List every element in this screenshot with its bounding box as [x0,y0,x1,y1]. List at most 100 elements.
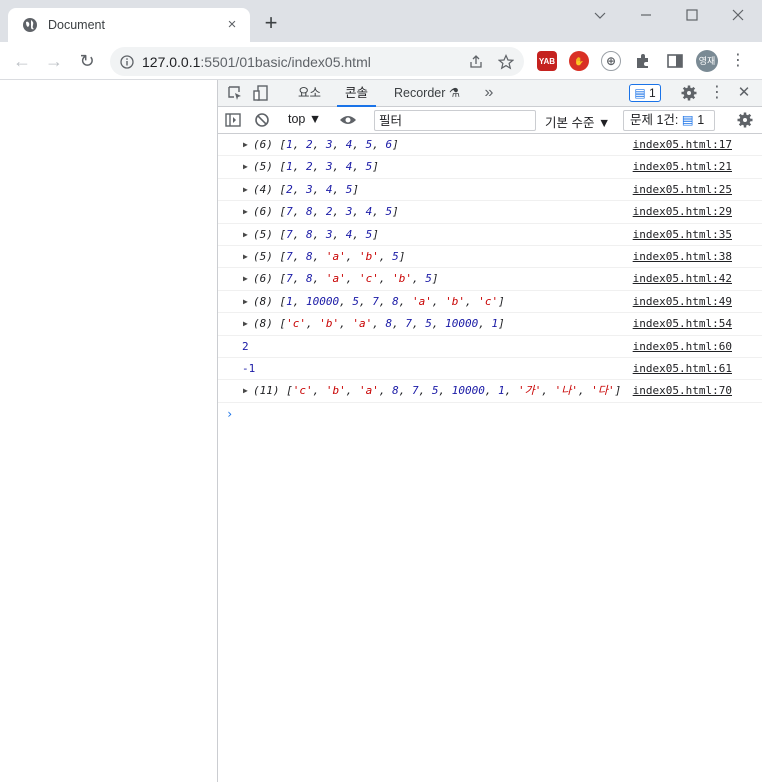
new-tab-button[interactable]: + [258,10,284,36]
expand-triangle-icon[interactable]: ▶ [243,179,248,201]
console-log-source-link[interactable]: index05.html:29 [633,201,732,223]
prompt-chevron-icon: › [226,406,234,421]
address-bar[interactable]: 127.0.0.1:5501/01basic/index05.html [110,47,524,76]
star-icon[interactable] [498,53,514,70]
flask-icon: ⚗ [448,86,461,100]
inspect-element-icon[interactable] [226,84,244,102]
tab-recorder[interactable]: Recorder ⚗ [386,80,468,107]
puzzle-icon[interactable] [634,52,652,70]
issues-badge[interactable]: ▤ 1 [629,84,661,102]
issues-counter-button[interactable]: 문제 1건: ▤ 1 [623,110,715,131]
maximize-button[interactable] [669,4,715,28]
console-log-message: (5) [7, 8, 3, 4, 5] [253,227,379,241]
console-log-source-link[interactable]: index05.html:49 [633,291,732,313]
expand-triangle-icon[interactable]: ▶ [243,201,248,223]
console-log-row[interactable]: ▶ (4) [2, 3, 4, 5] index05.html:25 [218,179,762,202]
console-log-message: (6) [7, 8, 'a', 'c', 'b', 5] [253,272,439,286]
expand-triangle-icon[interactable]: ▶ [243,246,248,268]
sidebar-toggle-icon[interactable] [224,111,242,129]
more-tabs-icon[interactable]: » [480,84,498,102]
browser-tab[interactable]: Document × [8,8,250,42]
console-settings-gear-icon[interactable] [736,111,754,129]
devtools-tab-bar: 요소 콘솔 Recorder ⚗ » ▤ 1 ⋮ ✕ [218,80,762,107]
filter-input[interactable]: 필터 [374,110,536,131]
expand-triangle-icon[interactable]: ▶ [243,156,248,178]
browser-toolbar: ← → ↻ 127.0.0.1:5501/01basic/index05.htm… [0,42,762,80]
reload-button[interactable]: ↻ [75,49,99,73]
eye-icon[interactable] [339,111,357,129]
expand-triangle-icon[interactable]: ▶ [243,313,248,335]
profile-avatar[interactable]: 영재 [696,50,718,72]
log-level-dropdown[interactable]: 기본 수준 ▼ [545,112,610,131]
devtools-panel: 요소 콘솔 Recorder ⚗ » ▤ 1 ⋮ ✕ top ▼ 필터 기본 수… [218,80,762,782]
expand-triangle-icon[interactable]: ▶ [243,268,248,290]
console-log-row[interactable]: ▶ (6) [7, 8, 2, 3, 4, 5] index05.html:29 [218,201,762,224]
info-icon[interactable] [120,54,134,69]
close-window-button[interactable] [715,4,761,28]
console-log-source-link[interactable]: index05.html:61 [633,358,732,380]
tab-title: Document [48,18,105,32]
tab-elements[interactable]: 요소 [290,80,329,107]
console-log-message: (6) [1, 2, 3, 4, 5, 6] [253,138,399,151]
back-button[interactable]: ← [10,49,34,73]
chevron-down-icon [594,12,606,19]
issues-count: 1 [697,113,705,127]
console-log-source-link[interactable]: index05.html:35 [633,224,732,246]
forward-button[interactable]: → [42,49,66,73]
console-log-row[interactable]: ▶ (8) ['c', 'b', 'a', 8, 7, 5, 10000, 1] i… [218,313,762,336]
console-log-row[interactable]: ▶ (5) [7, 8, 3, 4, 5] index05.html:35 [218,224,762,246]
console-log-source-link[interactable]: index05.html:42 [633,268,732,290]
console-log-row: -1 index05.html:61 [218,358,762,381]
console-log-row[interactable]: ▶ (6) [7, 8, 'a', 'c', 'b', 5] index05.htm… [218,268,762,291]
url-host: 127.0.0.1 [142,53,201,70]
expand-triangle-icon[interactable]: ▶ [243,291,248,313]
console-log-row[interactable]: ▶ (5) [7, 8, 'a', 'b', 5] index05.html:38 [218,246,762,269]
tab-console[interactable]: 콘솔 [337,80,377,107]
console-log-source-link[interactable]: index05.html:17 [633,134,732,156]
console-log-message: (5) [1, 2, 3, 4, 5] [253,160,379,174]
message-icon: ▤ [634,86,646,100]
devtools-menu-icon[interactable]: ⋮ [708,84,726,102]
close-icon [732,9,744,21]
minimize-icon [641,14,651,16]
maximize-icon [686,9,698,21]
issues-badge-count: 1 [649,86,656,100]
stop-extension-icon[interactable]: ✋ [569,51,589,71]
expand-triangle-icon[interactable]: ▶ [243,224,248,246]
console-log-source-link[interactable]: index05.html:70 [633,380,732,402]
gear-icon[interactable] [680,84,698,102]
url-text[interactable]: 127.0.0.1:5501/01basic/index05.html [142,54,468,70]
console-log-source-link[interactable]: index05.html:60 [633,336,732,358]
console-log-row[interactable]: ▶ (11) ['c', 'b', 'a', 8, 7, 5, 10000, 1,… [218,380,762,403]
browser-titlebar: Document × + [0,0,762,42]
message-icon: ▤ [681,113,694,127]
console-log-source-link[interactable]: index05.html:25 [633,179,732,201]
yab-extension-icon[interactable]: YAB [537,51,557,71]
side-panel-icon[interactable] [666,52,684,70]
device-toolbar-icon[interactable] [252,84,270,102]
expand-triangle-icon[interactable]: ▶ [243,134,248,156]
console-prompt[interactable]: › [218,403,762,425]
console-log-message: (8) ['c', 'b', 'a', 8, 7, 5, 10000, 1] [253,317,505,331]
tab-close-icon[interactable]: × [224,17,240,33]
console-log-source-link[interactable]: index05.html:54 [633,313,732,335]
console-log-message: (4) [2, 3, 4, 5] [253,182,359,196]
context-selector[interactable]: top ▼ [288,112,321,126]
share-icon[interactable] [468,54,484,70]
devtools-close-icon[interactable]: ✕ [735,84,753,102]
console-log-list: ▶ (6) [1, 2, 3, 4, 5, 6] index05.html:17 ▶ (… [218,134,762,403]
globe-extension-icon[interactable]: ⊕ [601,51,621,71]
page-viewport [0,80,218,782]
tab-recorder-label: Recorder [394,86,446,100]
console-log-row[interactable]: ▶ (6) [1, 2, 3, 4, 5, 6] index05.html:17 [218,134,762,157]
expand-triangle-icon[interactable]: ▶ [243,380,248,402]
minimize-button[interactable] [577,4,623,28]
clear-console-icon[interactable] [253,111,271,129]
console-log-row[interactable]: ▶ (5) [1, 2, 3, 4, 5] index05.html:21 [218,156,762,179]
console-log-source-link[interactable]: index05.html:21 [633,156,732,178]
minimize-window-button[interactable] [623,4,669,28]
console-log-row[interactable]: ▶ (8) [1, 10000, 5, 7, 8, 'a', 'b', 'c'] i… [218,291,762,314]
browser-menu-icon[interactable]: ⋮ [730,50,746,72]
console-log-source-link[interactable]: index05.html:38 [633,246,732,268]
console-log-message: (6) [7, 8, 2, 3, 4, 5] [253,205,399,219]
